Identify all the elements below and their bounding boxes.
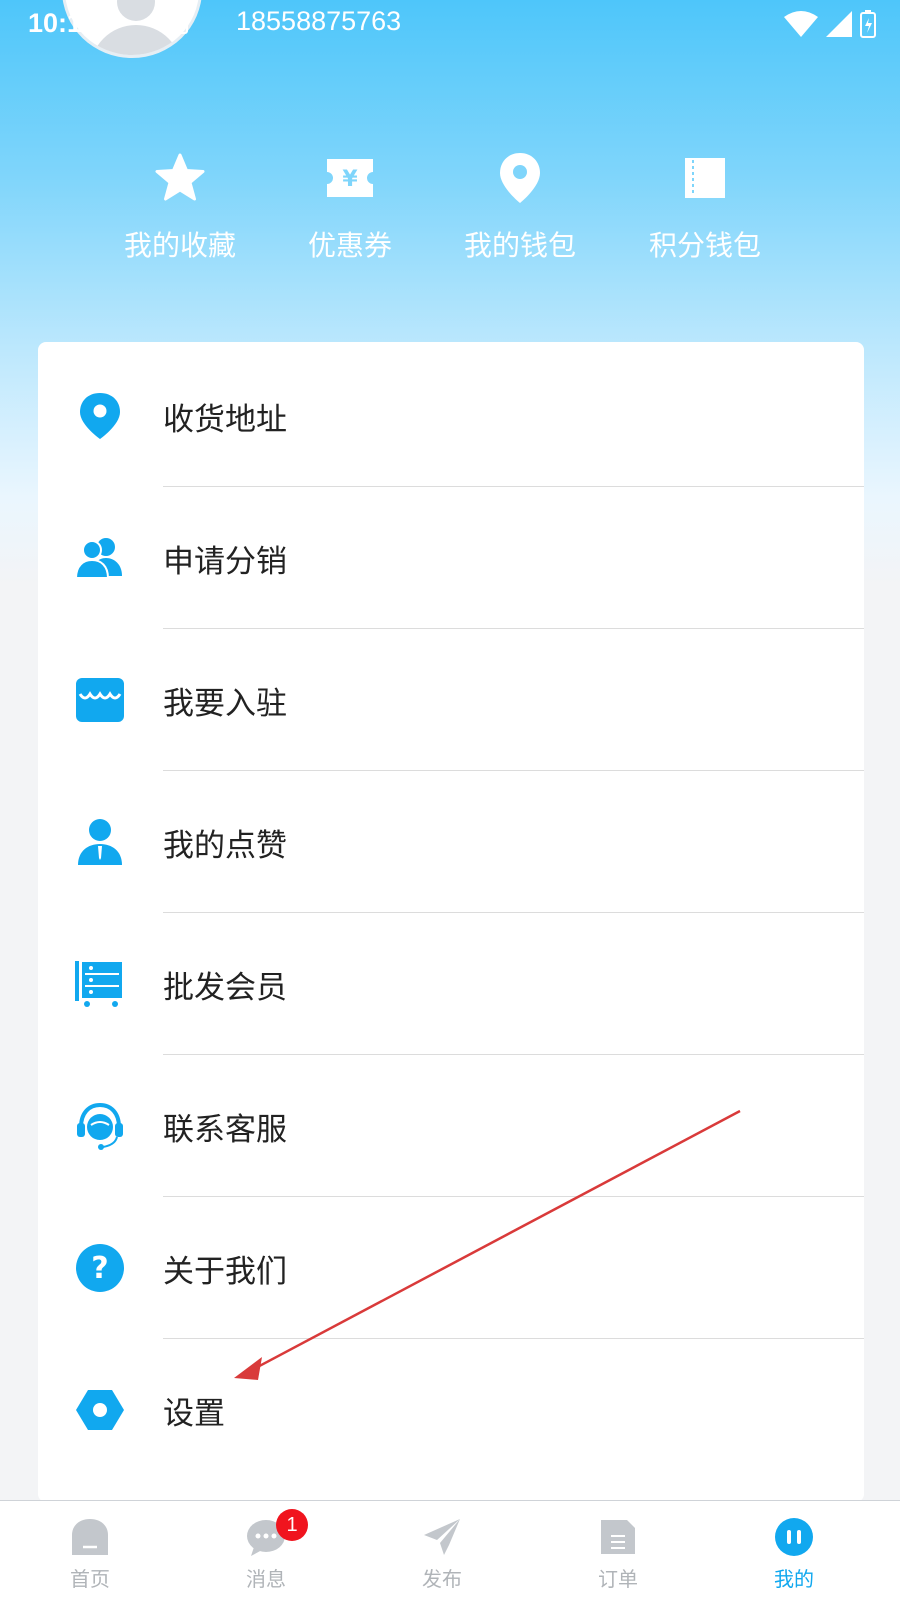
svg-text:¥: ¥ [342, 167, 358, 192]
store-icon [76, 678, 124, 722]
message-badge: 1 [276, 1509, 308, 1541]
tab-label: 订单 [598, 1567, 638, 1591]
signal-icon [826, 11, 852, 37]
quick-action-favorites[interactable]: 我的收藏 [95, 148, 265, 264]
tab-label: 首页 [70, 1567, 110, 1591]
menu-item-label: 关于我们 [163, 1254, 287, 1290]
quick-actions: 我的收藏 ¥ 优惠券 我的钱包 积分钱包 [0, 148, 900, 278]
profile-icon [775, 1518, 813, 1556]
quick-action-points-wallet[interactable]: 积分钱包 [620, 148, 790, 264]
status-time: 10:19 [28, 8, 98, 38]
menu-item-label: 收货地址 [163, 402, 287, 438]
location-pin-icon [500, 153, 540, 203]
quick-action-coupons[interactable]: ¥ 优惠券 [265, 148, 435, 264]
headset-icon [77, 1102, 123, 1150]
tab-label: 发布 [422, 1567, 462, 1591]
wifi-icon [784, 11, 818, 37]
status-bar: 10:19 A 18558875763 [0, 0, 900, 58]
menu-item-apply-distribution[interactable]: 申请分销 [38, 484, 864, 629]
star-icon [155, 153, 205, 201]
tab-label: 我的 [774, 1567, 814, 1591]
tab-home[interactable]: 首页 [0, 1501, 180, 1600]
menu-card: 收货地址 申请分销 我要入驻 我的点赞 批发会员 联系客服 ? 关于我们 设置 [38, 342, 864, 1502]
system-icons [784, 10, 876, 38]
svg-text:?: ? [91, 1251, 108, 1286]
menu-item-wholesale-member[interactable]: 批发会员 [38, 910, 864, 1055]
menu-item-about-us[interactable]: ? 关于我们 [38, 1194, 864, 1339]
menu-item-my-likes[interactable]: 我的点赞 [38, 768, 864, 913]
order-doc-icon [601, 1520, 635, 1554]
battery-icon [860, 10, 876, 38]
settings-hex-icon [76, 1390, 124, 1430]
tab-messages[interactable]: 1 消息 [176, 1501, 356, 1600]
notification-icon: A [168, 12, 188, 34]
menu-item-settings[interactable]: 设置 [38, 1336, 864, 1481]
coupon-icon: ¥ [327, 159, 373, 197]
home-icon [72, 1519, 108, 1555]
location-pin-icon [80, 393, 120, 439]
profile-phone[interactable]: 18558875763 [236, 6, 401, 37]
menu-item-label: 设置 [163, 1396, 225, 1432]
quick-action-label: 我的钱包 [463, 229, 576, 262]
cart-rack-icon [75, 961, 122, 1007]
quick-action-label: 优惠券 [307, 229, 392, 262]
users-icon [74, 538, 122, 579]
menu-item-customer-service[interactable]: 联系客服 [38, 1052, 864, 1197]
tab-orders[interactable]: 订单 [528, 1501, 708, 1600]
bottom-tab-bar: 首页 1 消息 发布 订单 我的 [0, 1500, 900, 1600]
quick-action-label: 积分钱包 [648, 229, 761, 262]
paper-plane-icon [424, 1519, 460, 1555]
tab-profile[interactable]: 我的 [704, 1501, 884, 1600]
menu-item-label: 联系客服 [163, 1112, 287, 1148]
menu-item-label: 批发会员 [163, 970, 287, 1006]
menu-item-merchant-join[interactable]: 我要入驻 [38, 626, 864, 771]
menu-item-label: 我要入驻 [163, 686, 287, 722]
menu-item-shipping-address[interactable]: 收货地址 [38, 342, 864, 487]
ticket-icon [685, 158, 725, 198]
person-icon [78, 819, 122, 865]
quick-action-label: 我的收藏 [123, 229, 236, 262]
tab-label: 消息 [246, 1567, 286, 1591]
question-icon: ? [76, 1244, 124, 1292]
quick-action-wallet[interactable]: 我的钱包 [435, 148, 605, 264]
menu-item-label: 我的点赞 [163, 828, 287, 864]
tab-publish[interactable]: 发布 [352, 1501, 532, 1600]
menu-item-label: 申请分销 [163, 544, 287, 580]
